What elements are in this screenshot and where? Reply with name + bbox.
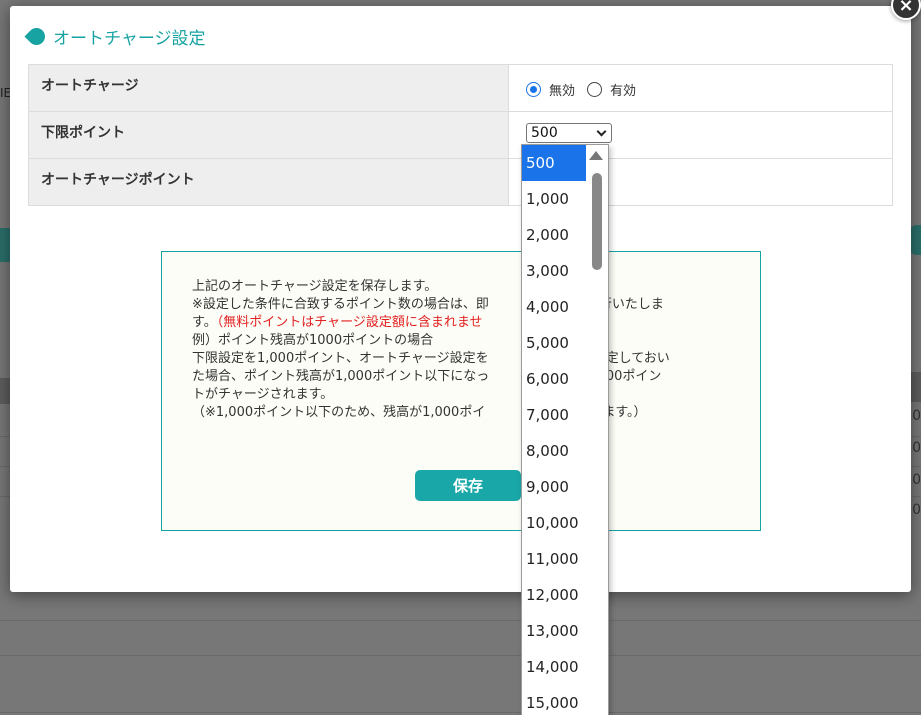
auto-charge-value: 無効 有効 [508, 64, 893, 112]
auto-charge-radio-group: 無効 有効 [526, 80, 875, 99]
radio-disabled-option[interactable] [526, 82, 541, 97]
dropdown-option[interactable]: 9,000 [522, 469, 586, 505]
background-header-right [911, 372, 921, 402]
background-divider [0, 712, 921, 713]
dropdown-option[interactable]: 11,000 [522, 541, 586, 577]
radio-disabled-label[interactable]: 無効 [549, 80, 575, 99]
info-line: 上記のオートチャージ設定を保存します。 [192, 279, 438, 294]
dropdown-option[interactable]: 10,000 [522, 505, 586, 541]
info-text: 下限設定を1,000ポイント、オートチャージ設定を [192, 351, 489, 366]
info-text: す。 [192, 315, 217, 330]
background-value: 0 [912, 408, 921, 424]
lower-limit-selected: 500 [531, 125, 558, 141]
info-line: た場合、ポイント残高が1,000ポイント以下になっ 的に3,000ポイン [192, 368, 730, 386]
info-line: す。（無料ポイントはチャージ設定額に含まれませ [192, 314, 730, 332]
background-value: 0 [912, 440, 921, 456]
lower-limit-dropdown-list: 500 1,000 2,000 3,000 4,000 5,000 6,000 7,000 8,… [521, 144, 609, 715]
radio-enabled-label[interactable]: 有効 [610, 80, 636, 99]
lower-limit-select[interactable]: 500 [526, 123, 612, 143]
dropdown-option[interactable]: 3,000 [522, 253, 586, 289]
dropdown-option[interactable]: 5,000 [522, 325, 586, 361]
info-box: 上記のオートチャージ設定を保存します。 ※設定した条件に合致するポイント数の場合… [161, 251, 761, 531]
dropdown-option[interactable]: 7,000 [522, 397, 586, 433]
info-line: 例）ポイント残高が1000ポイントの場合 [192, 333, 434, 348]
info-warning-text: （無料ポイントはチャージ設定額に含まれませ [216, 315, 483, 330]
info-line: （※1,000ポイント以下のため、残高が1,000ポイ含まれます。） [192, 404, 730, 422]
info-line: 下限設定を1,000ポイント、オートチャージ設定を トに設定しておい [192, 350, 730, 368]
settings-row-charge-points: オートチャージポイント [28, 158, 893, 206]
background-divider [0, 655, 921, 656]
info-line: ※設定した条件に合致するポイント数の場合は、即 を実行いたしま [192, 296, 730, 314]
scroll-thumb[interactable] [592, 173, 602, 270]
dropdown-scrollbar[interactable] [586, 145, 608, 715]
dropdown-option[interactable]: 4,000 [522, 289, 586, 325]
dropdown-option[interactable]: 6,000 [522, 361, 586, 397]
radio-enabled-option[interactable] [587, 82, 603, 97]
dropdown-option[interactable]: 15,000 [522, 685, 586, 715]
dropdown-option[interactable]: 8,000 [522, 433, 586, 469]
auto-charge-label: オートチャージ [28, 64, 509, 112]
modal-title: オートチャージ設定 [24, 24, 206, 49]
dropdown-option[interactable]: 13,000 [522, 613, 586, 649]
info-line: トがチャージされます。 [192, 387, 334, 402]
dropdown-option[interactable]: 500 [522, 145, 586, 181]
settings-table: オートチャージ 無効 有効 下限ポイント 500 オートチャージポイント [28, 64, 893, 206]
save-button[interactable]: 保存 [415, 470, 521, 501]
background-tab-left [0, 228, 10, 262]
charge-points-label: オートチャージポイント [28, 158, 509, 206]
background-divider [0, 620, 921, 621]
info-text: た場合、ポイント残高が1,000ポイント以下になっ [192, 369, 490, 384]
lower-limit-label: 下限ポイント [28, 111, 509, 159]
modal-title-text: オートチャージ設定 [53, 29, 206, 49]
info-text: （※1,000ポイント以下のため、残高が1,000ポイ [192, 405, 486, 420]
dropdown-option[interactable]: 14,000 [522, 649, 586, 685]
dropdown-option[interactable]: 2,000 [522, 217, 586, 253]
dropdown-option[interactable]: 12,000 [522, 577, 586, 613]
settings-row-lower-limit: 下限ポイント 500 [28, 111, 893, 159]
background-header-left [0, 378, 10, 404]
background-value: 0 [912, 502, 921, 518]
auto-charge-modal: オートチャージ設定 × オートチャージ 無効 有効 下限ポイント 500 オート… [10, 0, 921, 592]
info-text: ※設定した条件に合致するポイント数の場合は、即 [192, 297, 489, 312]
settings-row-auto-charge: オートチャージ 無効 有効 [28, 64, 893, 112]
speech-bubble-icon [24, 24, 49, 49]
dropdown-option[interactable]: 1,000 [522, 181, 586, 217]
background-value: 0 [912, 472, 921, 488]
chevron-down-icon [596, 126, 607, 136]
scroll-up-arrow-icon[interactable] [589, 151, 603, 160]
